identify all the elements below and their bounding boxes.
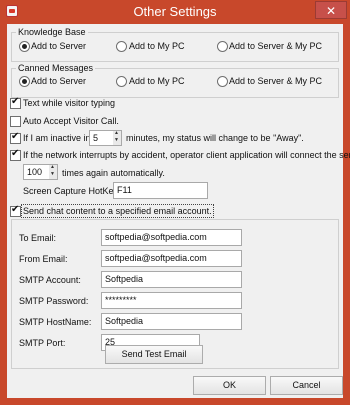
knowledge-base-label: Knowledge Base xyxy=(16,27,88,37)
to-email-input[interactable]: softpedia@softpedia.com xyxy=(101,229,242,246)
inactive-suffix-label: minutes, my status will change to be "Aw… xyxy=(126,133,304,143)
smtp-hostname-input[interactable]: Softpedia xyxy=(101,313,242,330)
smtp-password-label: SMTP Password: xyxy=(19,296,89,306)
kb-add-to-server-radio[interactable] xyxy=(19,41,30,52)
window-title: Other Settings xyxy=(133,4,217,19)
send-email-label[interactable]: Send chat content to a specified email a… xyxy=(21,204,214,218)
kb-add-to-pc-radio[interactable] xyxy=(116,41,127,52)
inactive-prefix-label[interactable]: If I am inactive in xyxy=(23,133,91,143)
text-while-typing-checkbox[interactable] xyxy=(10,96,21,109)
close-icon[interactable]: ✕ xyxy=(315,1,347,19)
cm-add-to-both-radio[interactable] xyxy=(217,76,228,87)
hotkey-input[interactable]: F11 xyxy=(113,182,208,199)
from-email-input[interactable]: softpedia@softpedia.com xyxy=(101,250,242,267)
kb-add-to-pc-label[interactable]: Add to My PC xyxy=(129,41,185,51)
auto-accept-label[interactable]: Auto Accept Visitor Call. xyxy=(23,116,119,126)
reconnect-count-input[interactable]: 100 xyxy=(23,164,50,180)
reconnect-count-spinner[interactable] xyxy=(49,164,58,180)
kb-add-to-both-label[interactable]: Add to Server & My PC xyxy=(229,41,322,51)
smtp-port-label: SMTP Port: xyxy=(19,338,66,348)
send-email-checkbox[interactable] xyxy=(10,204,21,217)
settings-window: Other Settings ✕ Knowledge Base Add to S… xyxy=(0,0,350,405)
title-bar[interactable]: Other Settings ✕ xyxy=(0,0,350,24)
cm-add-to-pc-label[interactable]: Add to My PC xyxy=(129,76,185,86)
cancel-button[interactable]: Cancel xyxy=(270,376,343,395)
dialog-body: Knowledge Base Add to Server Add to My P… xyxy=(7,24,350,398)
smtp-password-input[interactable]: ********* xyxy=(101,292,242,309)
smtp-account-label: SMTP Account: xyxy=(19,275,81,285)
ok-button[interactable]: OK xyxy=(193,376,266,395)
text-while-typing-label[interactable]: Text while visitor typing xyxy=(23,98,115,108)
kb-add-to-both-radio[interactable] xyxy=(217,41,228,52)
cm-add-to-both-label[interactable]: Add to Server & My PC xyxy=(229,76,322,86)
cm-add-to-server-radio[interactable] xyxy=(19,76,30,87)
send-test-email-button[interactable]: Send Test Email xyxy=(105,345,203,364)
hotkey-label: Screen Capture HotKey: xyxy=(23,186,121,196)
inactive-minutes-spinner[interactable] xyxy=(113,130,122,146)
cm-add-to-pc-radio[interactable] xyxy=(116,76,127,87)
canned-messages-label: Canned Messages xyxy=(16,63,96,73)
cm-add-to-server-label[interactable]: Add to Server xyxy=(31,76,86,86)
smtp-hostname-label: SMTP HostName: xyxy=(19,317,92,327)
reconnect-suffix-label: times again automatically. xyxy=(62,168,165,178)
auto-accept-checkbox[interactable] xyxy=(10,116,21,127)
reconnect-checkbox[interactable] xyxy=(10,148,21,161)
inactive-minutes-input[interactable]: 5 xyxy=(89,130,114,146)
from-email-label: From Email: xyxy=(19,254,68,264)
kb-add-to-server-label[interactable]: Add to Server xyxy=(31,41,86,51)
to-email-label: To Email: xyxy=(19,233,57,243)
reconnect-label[interactable]: If the network interrupts by accident, o… xyxy=(23,150,350,160)
inactive-checkbox[interactable] xyxy=(10,131,21,144)
smtp-account-input[interactable]: Softpedia xyxy=(101,271,242,288)
